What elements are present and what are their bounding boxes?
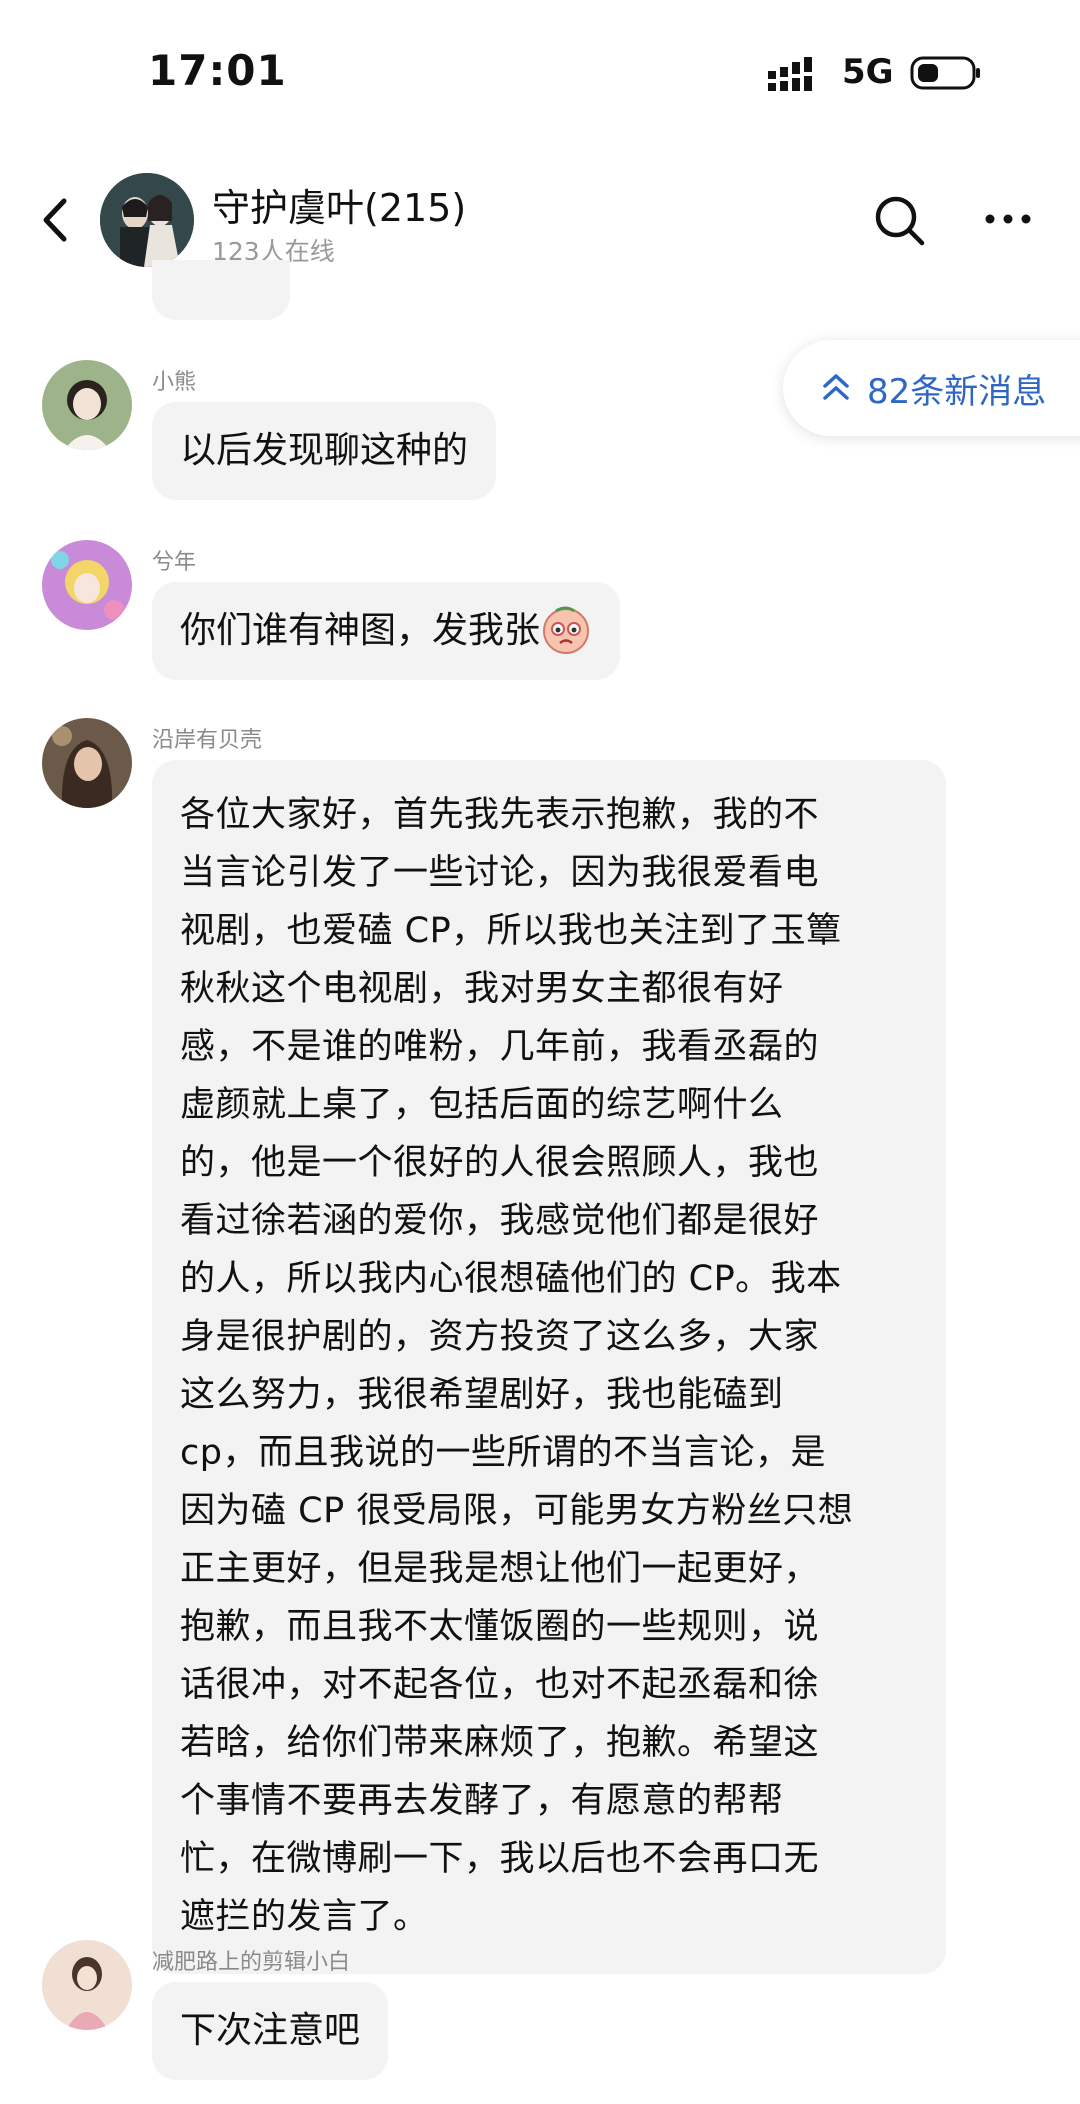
new-messages-button[interactable]: 82条新消息 bbox=[783, 340, 1080, 436]
back-icon[interactable] bbox=[36, 195, 76, 245]
message-line: 虚颜就上桌了，包括后面的综艺啊什么 bbox=[180, 1085, 784, 1125]
avatar[interactable] bbox=[42, 540, 132, 630]
sender-name: 沿岸有贝壳 bbox=[152, 728, 263, 753]
battery-icon bbox=[910, 56, 980, 90]
message-line: 的，他是一个很好的人很会照顾人，我也 bbox=[180, 1143, 820, 1183]
avatar[interactable] bbox=[42, 360, 132, 450]
message-line: 遮拦的发言了。 bbox=[180, 1897, 429, 1937]
message-line: 正主更好，但是我是想让他们一起更好， bbox=[180, 1549, 820, 1589]
message-line: 忙，在微博刷一下，我以后也不会再口无 bbox=[180, 1839, 820, 1879]
double-chevron-up-icon bbox=[823, 374, 849, 400]
sender-name: 兮年 bbox=[152, 550, 197, 575]
network-type: 5G bbox=[842, 52, 894, 92]
signal-icon bbox=[768, 57, 812, 91]
message-line: 若晗，给你们带来麻烦了，抱歉。希望这 bbox=[180, 1723, 820, 1763]
message-line: 当言论引发了一些讨论，因为我很爱看电 bbox=[180, 853, 820, 893]
avatar[interactable] bbox=[42, 718, 132, 808]
message-bubble[interactable]: 以后发现聊这种的 bbox=[152, 402, 497, 500]
new-messages-label: 82条新消息 bbox=[867, 372, 1047, 412]
message-line: 话很冲，对不起各位，也对不起丞磊和徐 bbox=[180, 1665, 820, 1705]
message-bubble[interactable]: 各位大家好，首先我先表示抱歉，我的不 当言论引发了一些讨论，因为我很爱看电 视剧… bbox=[152, 760, 946, 1974]
group-avatar[interactable] bbox=[100, 173, 194, 267]
message-line: 秋秋这个电视剧，我对男女主都很有好 bbox=[180, 969, 784, 1009]
message-line: 抱歉，而且我不太懂饭圈的一些规则，说 bbox=[180, 1607, 820, 1647]
message-line: 看过徐若涵的爱你，我感觉他们都是很好 bbox=[180, 1201, 820, 1241]
search-icon[interactable] bbox=[872, 193, 928, 249]
message-text: 你们谁有神图，发我张 bbox=[180, 610, 541, 651]
message-line: 个事情不要再去发酵了，有愿意的帮帮 bbox=[180, 1781, 784, 1821]
message-line: 这么努力，我很希望剧好，我也能磕到 bbox=[180, 1375, 784, 1415]
message-bubble[interactable]: 下次注意吧 bbox=[152, 1982, 389, 2080]
crying-face-emoji bbox=[543, 606, 590, 654]
message-line: cp，而且我说的一些所谓的不当言论，是 bbox=[180, 1433, 826, 1473]
more-icon[interactable] bbox=[982, 207, 1034, 231]
message-bubble[interactable]: 你们谁有神图，发我张 bbox=[152, 582, 621, 680]
chat-header: 守护虞叶(215) 123人在线 bbox=[0, 165, 1080, 275]
message-line: 感，不是谁的唯粉，几年前，我看丞磊的 bbox=[180, 1027, 820, 1067]
avatar[interactable] bbox=[42, 1940, 132, 2030]
sender-name: 小熊 bbox=[152, 370, 197, 395]
message-line: 的人，所以我内心很想磕他们的 CP。我本 bbox=[180, 1259, 842, 1299]
status-time: 17:01 bbox=[148, 46, 287, 95]
group-title: 守护虞叶(215) bbox=[212, 186, 467, 230]
sender-name: 减肥路上的剪辑小白 bbox=[152, 1950, 351, 1975]
status-bar: 17:01 5G bbox=[0, 0, 1080, 150]
message-line: 视剧，也爱磕 CP，所以我也关注到了玉簟 bbox=[180, 911, 842, 951]
message-line: 因为磕 CP 很受局限，可能男女方粉丝只想 bbox=[180, 1491, 854, 1531]
partial-message-bubble bbox=[152, 260, 290, 320]
message-line: 各位大家好，首先我先表示抱歉，我的不 bbox=[180, 795, 820, 835]
message-line: 身是很护剧的，资方投资了这么多，大家 bbox=[180, 1317, 820, 1357]
